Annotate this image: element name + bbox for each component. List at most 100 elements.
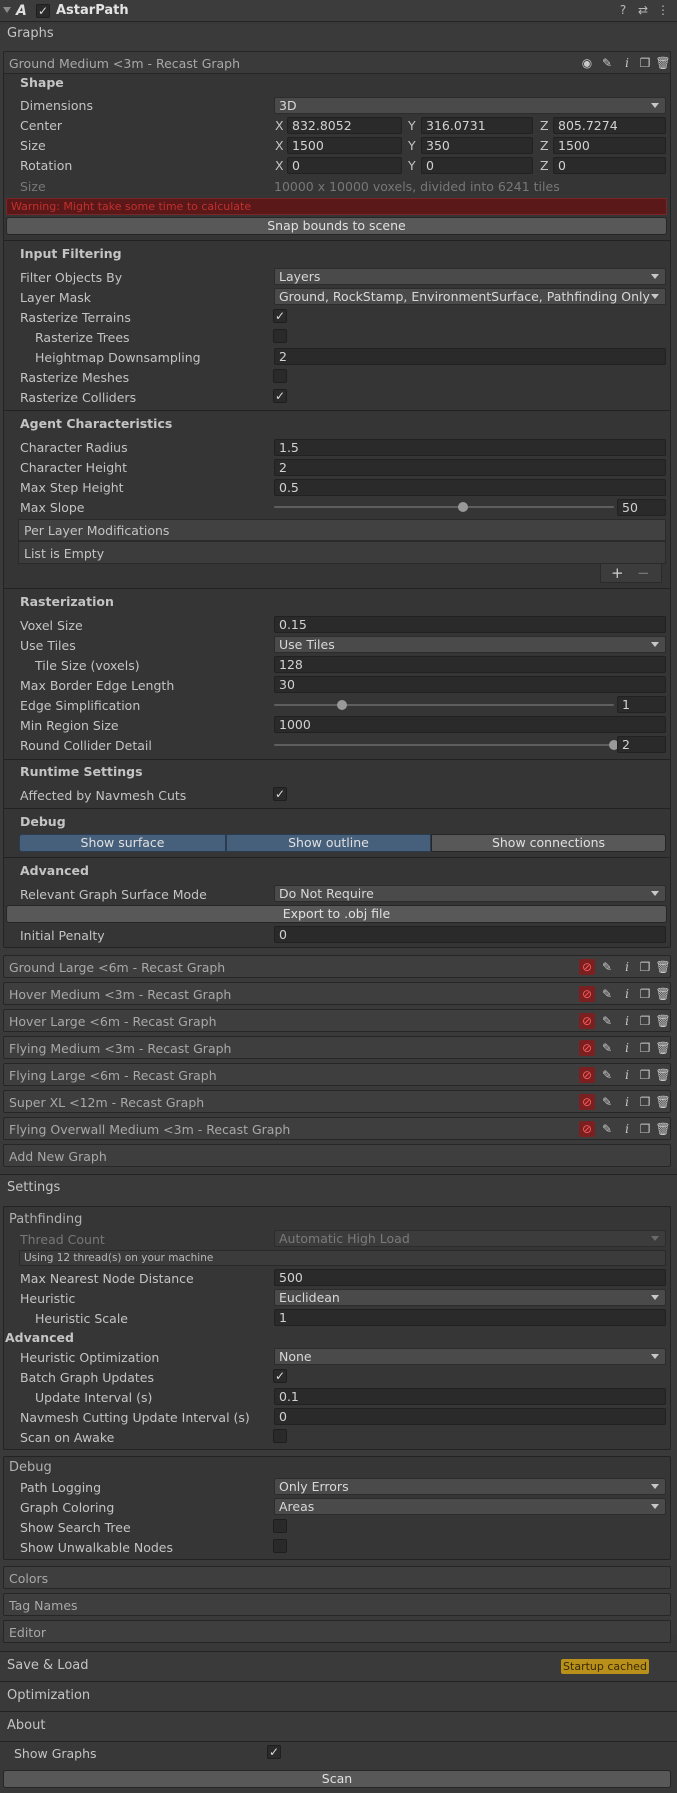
pencil-icon[interactable]: ✎	[599, 1121, 615, 1137]
copy-icon[interactable]: ❐	[637, 1040, 653, 1056]
rasterize-terrains-checkbox[interactable]: ✓	[273, 309, 287, 323]
rasterize-colliders-checkbox[interactable]: ✓	[273, 389, 287, 403]
pencil-icon[interactable]: ✎	[599, 1013, 615, 1029]
pathfinding-heading[interactable]: Pathfinding	[9, 1212, 82, 1227]
eye-off-icon[interactable]: ⊘	[579, 959, 595, 975]
navmesh-cuts-checkbox[interactable]: ✓	[273, 787, 287, 801]
navmesh-cutting-interval-field[interactable]: 0	[274, 1408, 666, 1425]
use-tiles-dropdown[interactable]: Use Tiles	[274, 636, 666, 653]
size-y-field[interactable]: 350	[421, 137, 533, 154]
trash-icon[interactable]: 🗑	[655, 1094, 671, 1110]
rasterize-trees-checkbox[interactable]	[273, 329, 287, 343]
show-connections-button[interactable]: Show connections	[431, 834, 666, 852]
advanced-settings-heading[interactable]: Advanced	[5, 1330, 74, 1345]
path-logging-dropdown[interactable]: Only Errors	[274, 1478, 666, 1495]
heightmap-downsampling-field[interactable]: 2	[274, 348, 666, 365]
optimization-panel[interactable]: Optimization	[0, 1681, 677, 1711]
show-outline-button[interactable]: Show outline	[226, 834, 431, 852]
initial-penalty-field[interactable]: 0	[274, 926, 666, 943]
debug-settings-heading[interactable]: Debug	[9, 1460, 52, 1475]
colors-foldout[interactable]: Colors	[3, 1566, 671, 1589]
max-slope-slider[interactable]	[274, 506, 614, 508]
heuristic-dropdown[interactable]: Euclidean	[274, 1289, 666, 1306]
graph-header-collapsed[interactable]: Hover Medium <3m - Recast Graph ⊘ ✎ i ❐ 🗑	[3, 982, 671, 1005]
minus-icon[interactable]: −	[637, 564, 650, 582]
voxel-size-field[interactable]: 0.15	[274, 616, 666, 633]
graph-header-collapsed[interactable]: Flying Medium <3m - Recast Graph ⊘ ✎ i ❐ 🗑	[3, 1036, 671, 1059]
graph-header-collapsed[interactable]: Hover Large <6m - Recast Graph ⊘ ✎ i ❐ 🗑	[3, 1009, 671, 1032]
copy-icon[interactable]: ❐	[637, 1094, 653, 1110]
edge-simplification-slider-knob[interactable]	[337, 700, 347, 710]
pencil-icon[interactable]: ✎	[599, 986, 615, 1002]
heuristic-scale-field[interactable]: 1	[274, 1309, 666, 1326]
info-icon[interactable]: i	[619, 55, 635, 71]
preset-icon[interactable]: ⇄	[636, 3, 650, 17]
info-icon[interactable]: i	[619, 986, 635, 1002]
scan-on-awake-checkbox[interactable]	[273, 1429, 287, 1443]
min-region-size-field[interactable]: 1000	[274, 716, 666, 733]
component-enabled-checkbox[interactable]: ✓	[36, 4, 50, 18]
about-panel[interactable]: About	[0, 1711, 677, 1741]
pencil-icon[interactable]: ✎	[599, 55, 615, 71]
thread-count-dropdown[interactable]: Automatic High Load	[274, 1230, 666, 1247]
edge-simplification-slider[interactable]	[274, 704, 614, 706]
show-graphs-checkbox[interactable]: ✓	[267, 1745, 281, 1759]
trash-icon[interactable]: 🗑	[655, 1013, 671, 1029]
layer-mask-dropdown[interactable]: Ground, RockStamp, EnvironmentSurface, P…	[274, 288, 666, 305]
graph-header-collapsed[interactable]: Ground Large <6m - Recast Graph ⊘ ✎ i ❐ 🗑	[3, 955, 671, 978]
eye-off-icon[interactable]: ⊘	[579, 1094, 595, 1110]
eye-off-icon[interactable]: ⊘	[579, 1121, 595, 1137]
copy-icon[interactable]: ❐	[637, 986, 653, 1002]
graph-header-collapsed[interactable]: Flying Large <6m - Recast Graph ⊘ ✎ i ❐ 🗑	[3, 1063, 671, 1086]
info-icon[interactable]: i	[619, 1121, 635, 1137]
batch-graph-updates-checkbox[interactable]: ✓	[273, 1369, 287, 1383]
foldout-arrow-icon[interactable]	[3, 7, 11, 13]
graph-header-ground-medium[interactable]: Ground Medium <3m - Recast Graph ◉ ✎ i ❐…	[3, 51, 671, 74]
info-icon[interactable]: i	[619, 1040, 635, 1056]
graph-header-collapsed[interactable]: Super XL <12m - Recast Graph ⊘ ✎ i ❐ 🗑	[3, 1090, 671, 1113]
settings-heading[interactable]: Settings	[7, 1180, 60, 1195]
eye-off-icon[interactable]: ⊘	[579, 1067, 595, 1083]
max-border-edge-field[interactable]: 30	[274, 676, 666, 693]
export-obj-button[interactable]: Export to .obj file	[6, 905, 667, 923]
trash-icon[interactable]: 🗑	[655, 1040, 671, 1056]
copy-icon[interactable]: ❐	[637, 959, 653, 975]
info-icon[interactable]: i	[619, 1013, 635, 1029]
graphs-section-title[interactable]: Graphs	[7, 26, 54, 41]
copy-icon[interactable]: ❐	[637, 1067, 653, 1083]
rotation-x-field[interactable]: 0	[287, 157, 402, 174]
add-new-graph-header[interactable]: Add New Graph	[3, 1144, 671, 1167]
max-slope-slider-knob[interactable]	[458, 502, 469, 512]
dimensions-dropdown[interactable]: 3D	[274, 97, 666, 114]
show-surface-button[interactable]: Show surface	[19, 834, 226, 852]
rotation-y-field[interactable]: 0	[421, 157, 533, 174]
update-interval-field[interactable]: 0.1	[274, 1388, 666, 1405]
max-nearest-node-field[interactable]: 500	[274, 1269, 666, 1286]
graph-header-collapsed[interactable]: Flying Overwall Medium <3m - Recast Grap…	[3, 1117, 671, 1140]
eye-off-icon[interactable]: ⊘	[579, 1013, 595, 1029]
tile-size-field[interactable]: 128	[274, 656, 666, 673]
trash-icon[interactable]: 🗑	[655, 1121, 671, 1137]
save-load-panel[interactable]: Save & Load Startup cached	[0, 1651, 677, 1681]
pencil-icon[interactable]: ✎	[599, 1094, 615, 1110]
eye-off-icon[interactable]: ⊘	[579, 986, 595, 1002]
round-collider-detail-slider[interactable]	[274, 744, 614, 746]
scan-button[interactable]: Scan	[3, 1770, 671, 1788]
trash-icon[interactable]: 🗑	[655, 55, 671, 71]
rasterize-meshes-checkbox[interactable]	[273, 369, 287, 383]
help-icon[interactable]: ?	[616, 3, 630, 17]
max-slope-field[interactable]: 50	[617, 499, 666, 516]
filter-objects-dropdown[interactable]: Layers	[274, 268, 666, 285]
eye-icon[interactable]: ◉	[579, 55, 595, 71]
show-search-tree-checkbox[interactable]	[273, 1519, 287, 1533]
graph-coloring-dropdown[interactable]: Areas	[274, 1498, 666, 1515]
character-radius-field[interactable]: 1.5	[274, 439, 666, 456]
trash-icon[interactable]: 🗑	[655, 1067, 671, 1083]
round-collider-detail-field[interactable]: 2	[617, 736, 666, 753]
tag-names-foldout[interactable]: Tag Names	[3, 1593, 671, 1616]
plus-icon[interactable]: +	[611, 564, 624, 582]
snap-bounds-button[interactable]: Snap bounds to scene	[6, 217, 667, 235]
show-unwalkable-checkbox[interactable]	[273, 1539, 287, 1553]
trash-icon[interactable]: 🗑	[655, 986, 671, 1002]
heuristic-optimization-dropdown[interactable]: None	[274, 1348, 666, 1365]
